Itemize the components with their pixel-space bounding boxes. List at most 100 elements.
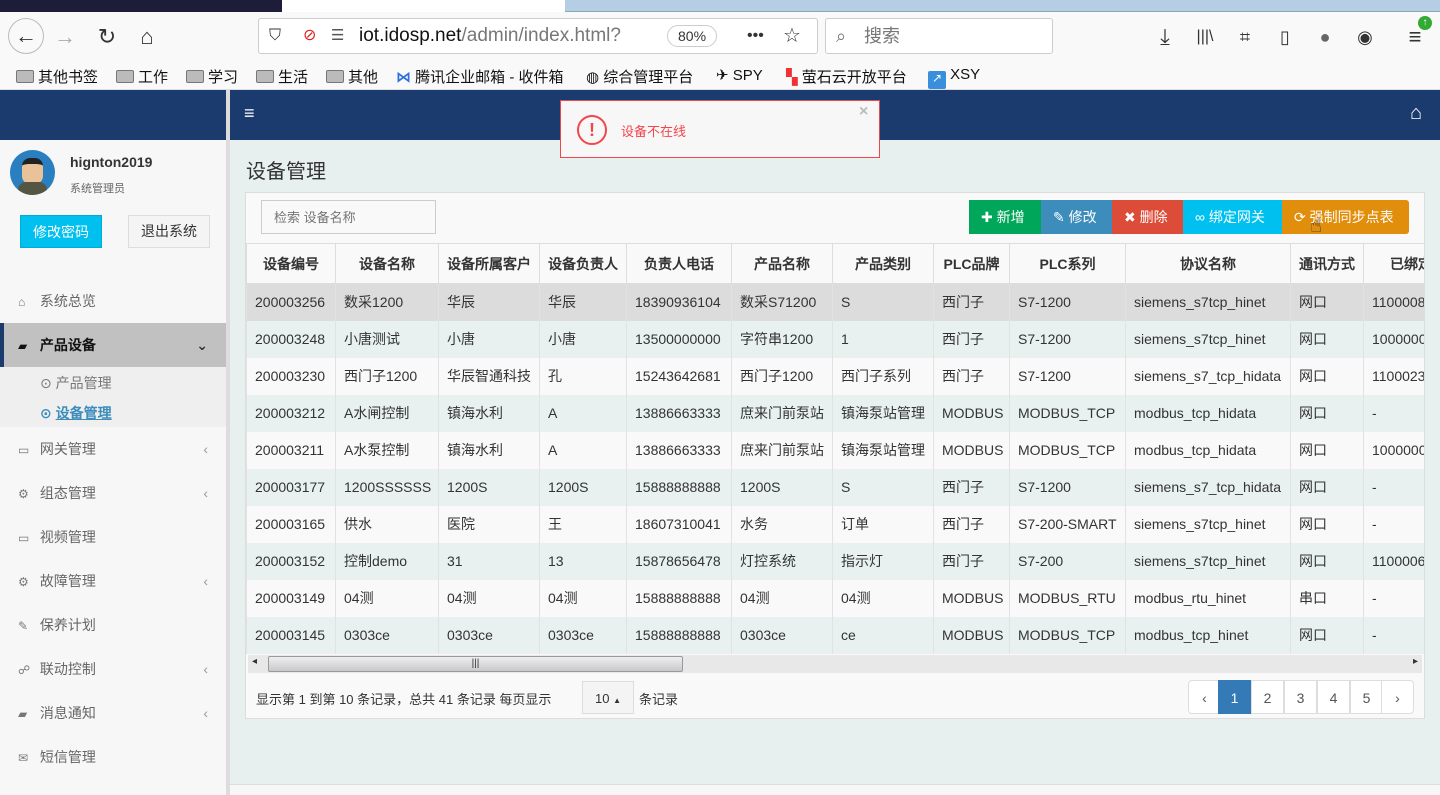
sidebar-item-notification[interactable]: ▰ 消息通知 ‹ [0,691,226,735]
chat-icon[interactable]: ● [1310,22,1340,52]
column-header[interactable]: PLC系列 [1009,243,1126,284]
insecure-lock-icon: ⊘ [303,27,317,44]
home-button[interactable]: ⌂ [132,22,162,52]
page-size-select[interactable]: 10 ▲ [582,681,634,714]
bind-gateway-button[interactable]: ∞ 绑定网关 [1183,200,1282,234]
user-role: 系统管理员 [70,183,125,195]
sidebar-item-overview[interactable]: ⌂ 系统总览 [0,279,226,323]
sidebar-item-maintenance[interactable]: ✎ 保养计划 [0,603,226,647]
table-cell: 15243642681 [626,357,732,395]
table-cell: A [539,394,627,432]
add-button[interactable]: ✚ 新增 [969,200,1041,234]
home-icon[interactable]: ⌂ [1410,102,1422,125]
table-cell: - [1363,394,1424,432]
logout-button[interactable]: 退出系统 [128,215,210,248]
delete-button[interactable]: ✖ 删除 [1112,200,1183,234]
zoom-level[interactable]: 80% [667,25,718,47]
sidebar-item-scada[interactable]: ⚙ 组态管理 ‹ [0,471,226,515]
reload-button[interactable]: ↻ [92,22,122,52]
forward-button[interactable]: → [50,22,80,52]
column-header[interactable]: 已绑定网关 [1363,243,1424,284]
url-bar[interactable]: ⛉ ⊘ ☰ iot.idosp.net/admin/index.html? 80… [258,18,818,54]
horizontal-scrollbar[interactable]: ◂ ||| ▸ [248,655,1422,673]
page-3[interactable]: 3 [1284,680,1317,714]
download-icon[interactable]: ⤓ [1150,22,1180,52]
bookmark-star-icon[interactable]: ☆ [783,19,801,53]
page-1[interactable]: 1 [1218,680,1251,714]
table-cell: 西门子 [933,320,1010,358]
table-cell: 1100023 [1363,357,1424,395]
column-header[interactable]: 设备名称 [335,243,439,284]
table-row[interactable]: 200003256 数采1200 华辰 华辰 18390936104 数采S71200 S 西… [246,283,1424,321]
refresh-icon: ⟳ [1294,209,1306,225]
bookmark[interactable]: ▚ 萤石云开放平台 [786,66,907,87]
globe-icon: ◍ [586,69,604,86]
sidebar-item-video[interactable]: ▭ 视频管理 [0,515,226,559]
column-header[interactable]: 设备编号 [246,243,336,284]
scrollbar-thumb[interactable]: ||| [268,656,683,672]
sidebar-item-fault[interactable]: ⚙ 故障管理 ‹ [0,559,226,603]
bookmark[interactable]: ↗ XSY [928,66,980,89]
browser-search-input[interactable]: ⌕ 搜索 [825,18,1053,54]
sidebar-item-product-device[interactable]: ▰ 产品设备 ⌄ [0,323,226,367]
force-sync-button[interactable]: ⟳ 强制同步点表 [1282,200,1409,234]
scroll-left-icon[interactable]: ◂ [252,656,257,667]
more-actions-icon[interactable]: ••• [747,19,764,53]
sidebar-item-sms[interactable]: ✉ 短信管理 [0,735,226,779]
bookmark[interactable]: 工作 [116,66,168,87]
column-header[interactable]: 设备负责人 [539,243,627,284]
account-icon[interactable]: ◉ [1350,22,1380,52]
table-row[interactable]: 200003152 控制demo 31 13 15878656478 灯控系统 指示灯 西门子… [246,542,1424,580]
edit-button[interactable]: ✎ 修改 [1041,200,1112,234]
bookmark[interactable]: ✈ SPY [716,66,763,84]
table-cell: MODBUS_RTU [1009,579,1126,617]
sidebar-icon[interactable]: ▯ [1270,22,1300,52]
bookmark[interactable]: 生活 [256,66,308,87]
column-header[interactable]: 产品名称 [731,243,833,284]
column-header[interactable]: 设备所属客户 [438,243,540,284]
search-input[interactable] [261,200,436,234]
page-2[interactable]: 2 [1251,680,1284,714]
menu-icon[interactable]: ≡ ↑ [1400,16,1432,52]
bookmark[interactable]: ⋈ 腾讯企业邮箱 - 收件箱 [396,66,564,87]
table-cell: 华辰智通科技 [438,357,540,395]
table-cell: 王 [539,505,627,543]
page-next[interactable]: › [1381,680,1414,714]
table-row[interactable]: 200003211 A水泵控制 镇海水利 A 13886663333 庶来门前泵站 镇海泵站… [246,431,1424,469]
column-header[interactable]: 通讯方式 [1290,243,1364,284]
column-header[interactable]: 协议名称 [1125,243,1291,284]
column-header[interactable]: 负责人电话 [626,243,732,284]
table-row[interactable]: 200003145 0303ce 0303ce 0303ce 15888888888 03… [246,616,1424,654]
table-row[interactable]: 200003165 供水 医院王 18607310041 水务 订单 西门子 S7-200-S… [246,505,1424,543]
sidebar-toggle-icon[interactable]: ≡ [244,103,255,124]
library-icon[interactable]: |||\ [1190,22,1220,52]
bookmark[interactable]: 学习 [186,66,238,87]
sidebar-item-product-management[interactable]: ⊙ 产品管理 [40,373,112,393]
sidebar-item-linkage[interactable]: ☍ 联动控制 ‹ [0,647,226,691]
menu-label: 联动控制 [39,661,96,677]
crop-icon[interactable]: ⌗ [1230,22,1260,52]
scroll-right-icon[interactable]: ▸ [1413,656,1418,667]
column-header[interactable]: PLC品牌 [933,243,1010,284]
close-icon[interactable]: × [859,103,868,121]
change-password-button[interactable]: 修改密码 [20,215,102,248]
bookmark[interactable]: 其他书签 [16,66,98,87]
back-button[interactable]: ← [8,18,44,54]
sidebar-item-gateway[interactable]: ▭ 网关管理 ‹ [0,427,226,471]
page-4[interactable]: 4 [1317,680,1350,714]
table-row[interactable]: 200003248 小唐测试 小唐 小唐 13500000000 字符串1200 1 西门子 S… [246,320,1424,358]
table-row[interactable]: 200003149 04测 04测 04测 15888888888 04测 04测 MODBU… [246,579,1424,617]
bookmark[interactable]: 其他 [326,66,378,87]
table-row[interactable]: 200003230 西门子1200 华辰智通科技孔 15243642681 西门子120… [246,357,1424,395]
sidebar-item-device-management[interactable]: ⊙ 设备管理 [40,403,112,423]
bookmark[interactable]: ◍ 综合管理平台 [586,66,693,87]
table-row[interactable]: 200003212 A水闸控制 镇海水利 A 13886663333 庶来门前泵站 镇海泵站… [246,394,1424,432]
times-icon: ✖ [1124,209,1136,225]
table-cell: - [1363,505,1424,543]
page-prev[interactable]: ‹ [1188,680,1221,714]
button-label: 新增 [996,209,1025,225]
column-header[interactable]: 产品类别 [832,243,934,284]
table-row[interactable]: 200003177 1200SSSSSS 1200S 1200S 15888888888… [246,468,1424,506]
table-cell: S [832,468,934,506]
page-5[interactable]: 5 [1350,680,1383,714]
